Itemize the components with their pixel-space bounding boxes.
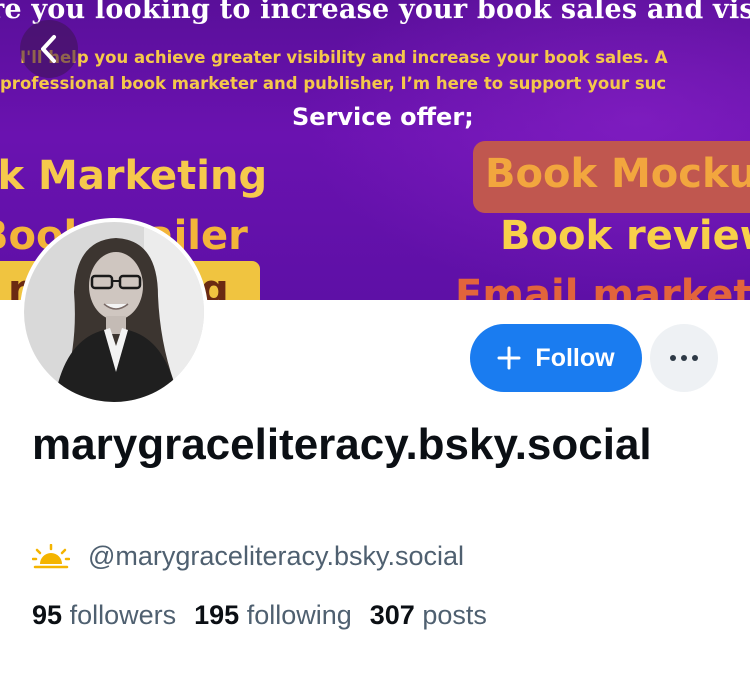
banner-headline: re you looking to increase your book sal… bbox=[0, 0, 750, 25]
following-stat[interactable]: 195 following bbox=[194, 600, 352, 631]
banner-line-2: professional book marketer and publisher… bbox=[0, 74, 667, 93]
follow-button-label: Follow bbox=[535, 343, 615, 372]
more-options-button[interactable] bbox=[650, 324, 718, 392]
chevron-left-icon bbox=[41, 35, 56, 63]
banner-service-heading: Service offer; bbox=[292, 103, 474, 131]
banner-service-right-1: Book Mocku bbox=[473, 141, 750, 213]
banner-line-1: I'll help you achieve greater visibility… bbox=[20, 48, 668, 67]
following-label: following bbox=[246, 600, 352, 630]
display-name: marygraceliteracy.bsky.social bbox=[32, 420, 652, 469]
avatar-photo bbox=[24, 222, 204, 402]
posts-count: 307 bbox=[369, 600, 415, 630]
posts-label: posts bbox=[422, 600, 487, 630]
followers-count: 95 bbox=[32, 600, 63, 630]
avatar[interactable] bbox=[20, 218, 208, 406]
followers-label: followers bbox=[69, 600, 177, 630]
sunrise-icon bbox=[32, 543, 70, 568]
follow-button[interactable]: Follow bbox=[470, 324, 642, 392]
plus-icon bbox=[497, 346, 521, 370]
handle-text[interactable]: @marygraceliteracy.bsky.social bbox=[88, 541, 464, 572]
banner-service-right-2: Book review bbox=[500, 213, 750, 259]
back-button[interactable] bbox=[20, 20, 78, 78]
profile-stats: 95 followers 195 following 307 posts bbox=[32, 600, 487, 631]
banner-service-left-1: ok Marketing bbox=[0, 153, 268, 199]
posts-stat: 307 posts bbox=[370, 600, 487, 631]
ellipsis-icon bbox=[670, 355, 698, 361]
handle-row: @marygraceliteracy.bsky.social bbox=[32, 541, 464, 572]
following-count: 195 bbox=[194, 600, 240, 630]
banner-service-right-3: Email marketi bbox=[455, 272, 750, 300]
followers-stat[interactable]: 95 followers bbox=[32, 600, 176, 631]
